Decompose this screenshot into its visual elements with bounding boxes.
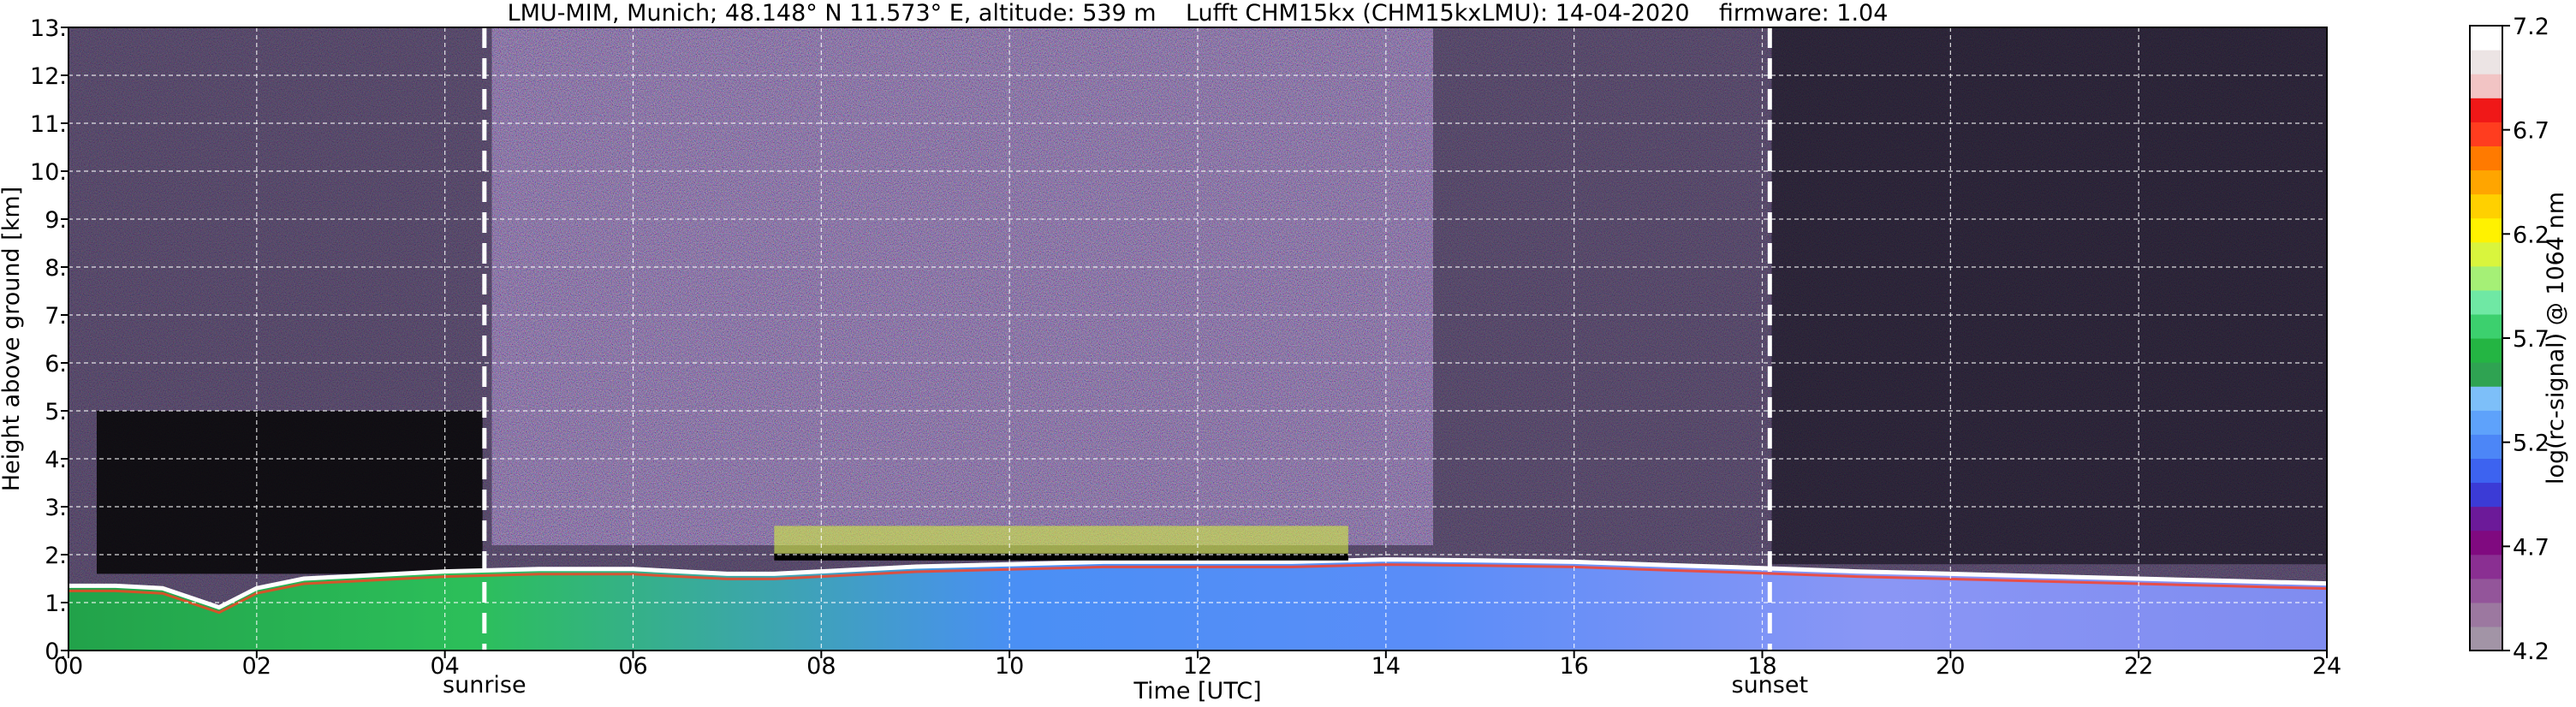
y-tick-label: 13.: [30, 15, 67, 42]
sunset-label: sunset: [1732, 672, 1809, 698]
colorbar-segment: [2470, 313, 2502, 339]
y-tick-label: 2.: [45, 543, 67, 569]
colorbar-segment: [2470, 626, 2502, 651]
plot-area: [68, 27, 2327, 651]
colorbar-tick-label: 4.7: [2513, 534, 2549, 561]
colorbar-segment: [2470, 458, 2502, 484]
y-axis-ticks: 0. 1. 2. 3. 4. 5. 6. 7. 8. 9. 10. 11. 12. 13.: [30, 15, 68, 665]
y-tick-label: 9.: [45, 207, 67, 234]
colorbar-segment: [2470, 410, 2502, 435]
x-tick-label: 06: [618, 653, 647, 680]
lidar-quicklook-figure: LMU-MIM, Munich; 48.148° N 11.573° E, al…: [0, 0, 2569, 704]
cloud-layer: [774, 526, 1348, 561]
colorbar: [2470, 26, 2502, 651]
x-tick-label: 10: [995, 653, 1024, 680]
x-tick-label: 16: [1559, 653, 1588, 680]
colorbar-segment: [2470, 193, 2502, 219]
colorbar-segment: [2470, 241, 2502, 267]
y-tick-label: 12.: [30, 63, 67, 90]
colorbar-segment: [2470, 265, 2502, 291]
colorbar-segment: [2470, 289, 2502, 315]
colorbar-segment: [2470, 169, 2502, 195]
colorbar-segment: [2470, 530, 2502, 556]
colorbar-segment: [2470, 362, 2502, 387]
x-tick-label: 14: [1371, 653, 1401, 680]
cloud-layer-band: [774, 526, 1348, 557]
colorbar-segment: [2470, 506, 2502, 532]
colorbar-segment: [2470, 434, 2502, 459]
y-tick-label: 5.: [45, 399, 67, 425]
y-tick-label: 0.: [45, 639, 67, 665]
colorbar-segment: [2470, 98, 2502, 122]
y-tick-label: 4.: [45, 447, 67, 473]
x-tick-label: 08: [806, 653, 836, 680]
colorbar-segment: [2470, 50, 2502, 74]
y-tick-label: 3.: [45, 495, 67, 521]
colorbar-segment: [2470, 602, 2502, 627]
y-axis-label: Height above ground [km]: [0, 187, 25, 491]
x-tick-label: 02: [242, 653, 271, 680]
y-tick-label: 6.: [45, 351, 67, 377]
colorbar-tick-label: 4.2: [2513, 639, 2549, 665]
x-tick-label: 22: [2124, 653, 2153, 680]
colorbar-segment: [2470, 338, 2502, 363]
colorbar-segment: [2470, 554, 2502, 579]
night-region-morning: [96, 411, 483, 574]
y-tick-label: 10.: [30, 159, 67, 186]
y-tick-label: 7.: [45, 303, 67, 330]
colorbar-tick-label: 6.7: [2513, 118, 2549, 145]
y-tick-label: 11.: [30, 111, 67, 138]
chart-title: LMU-MIM, Munich; 48.148° N 11.573° E, al…: [508, 0, 1889, 27]
colorbar-segment: [2470, 74, 2502, 98]
x-axis-ticks: 00 02 04 06 08 10 12 14 16 18 20 22 24: [54, 651, 2341, 680]
colorbar-segment: [2470, 26, 2502, 50]
x-tick-label: 24: [2312, 653, 2341, 680]
y-tick-label: 1.: [45, 591, 67, 617]
colorbar-segment: [2470, 217, 2502, 243]
x-tick-label: 20: [1936, 653, 1965, 680]
colorbar-label: log(rc-signal) @ 1064 nm: [2543, 192, 2569, 484]
cloud-base-line: [774, 553, 1348, 561]
colorbar-tick-label: 7.2: [2513, 14, 2549, 40]
night-region-evening: [1771, 27, 2327, 565]
y-tick-label: 8.: [45, 255, 67, 282]
x-tick-label: 12: [1183, 653, 1212, 680]
x-axis-label: Time [UTC]: [1133, 678, 1261, 704]
colorbar-segment: [2470, 122, 2502, 146]
colorbar-segment: [2470, 482, 2502, 508]
colorbar-segment: [2470, 578, 2502, 603]
colorbar-segment: [2470, 146, 2502, 171]
colorbar-segment: [2470, 386, 2502, 411]
sunrise-label: sunrise: [443, 672, 527, 698]
